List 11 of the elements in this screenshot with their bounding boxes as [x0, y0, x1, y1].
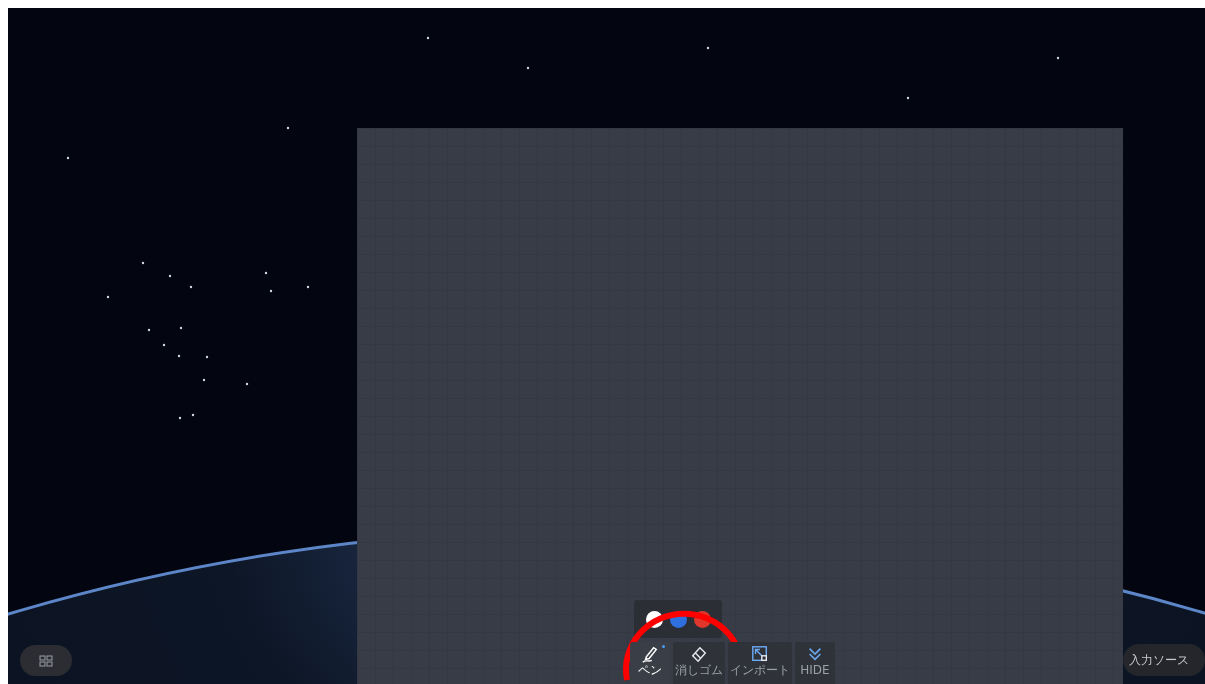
tool-button[interactable]: インポート	[728, 642, 792, 684]
import-icon	[751, 645, 769, 663]
grid-icon	[39, 654, 53, 667]
pen-icon	[641, 645, 659, 663]
eraser-icon	[690, 645, 708, 663]
input-source-button[interactable]: 入力ソース	[1123, 644, 1205, 676]
chevrons-down-icon	[806, 645, 824, 663]
active-indicator-icon	[662, 645, 665, 648]
tool-button[interactable]: 消しゴム	[673, 642, 725, 684]
tool-button[interactable]: HIDE	[795, 642, 835, 684]
tool-button[interactable]: ペン	[630, 642, 670, 684]
